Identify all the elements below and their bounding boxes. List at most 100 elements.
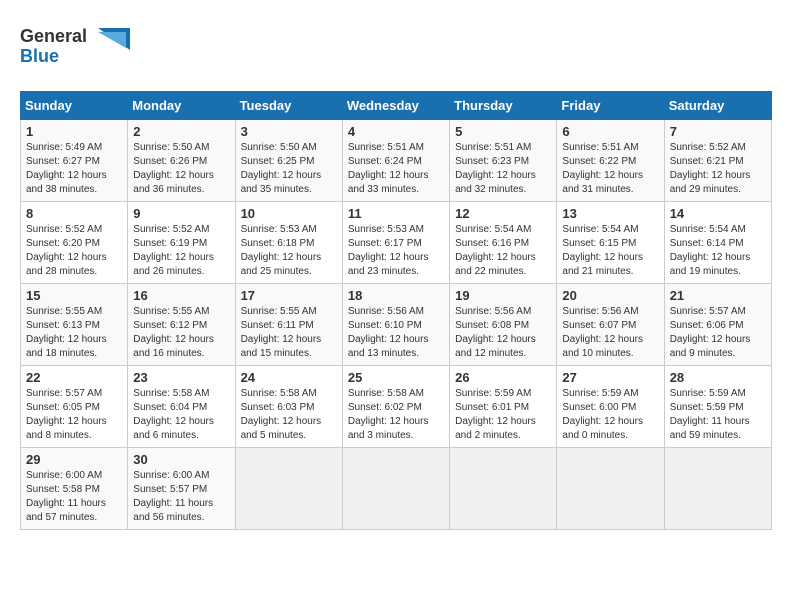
- weekday-header-sunday: Sunday: [21, 92, 128, 120]
- day-info: Sunrise: 5:55 AM Sunset: 6:12 PM Dayligh…: [133, 305, 229, 361]
- day-info: Sunrise: 5:59 AM Sunset: 6:01 PM Dayligh…: [455, 387, 551, 443]
- logo-general-text: General Blue: [20, 20, 130, 75]
- day-info: Sunrise: 5:49 AM Sunset: 6:27 PM Dayligh…: [26, 141, 122, 197]
- day-info: Sunrise: 5:54 AM Sunset: 6:15 PM Dayligh…: [562, 223, 658, 279]
- day-cell-9: 9 Sunrise: 5:52 AM Sunset: 6:19 PM Dayli…: [128, 202, 235, 284]
- day-cell-1: 1 Sunrise: 5:49 AM Sunset: 6:27 PM Dayli…: [21, 120, 128, 202]
- day-number: 8: [26, 206, 122, 221]
- day-info: Sunrise: 5:55 AM Sunset: 6:13 PM Dayligh…: [26, 305, 122, 361]
- day-info: Sunrise: 5:56 AM Sunset: 6:07 PM Dayligh…: [562, 305, 658, 361]
- day-info: Sunrise: 5:56 AM Sunset: 6:10 PM Dayligh…: [348, 305, 444, 361]
- day-cell-27: 27 Sunrise: 5:59 AM Sunset: 6:00 PM Dayl…: [557, 366, 664, 448]
- day-number: 24: [241, 370, 337, 385]
- weekday-header-friday: Friday: [557, 92, 664, 120]
- day-cell-26: 26 Sunrise: 5:59 AM Sunset: 6:01 PM Dayl…: [450, 366, 557, 448]
- day-number: 14: [670, 206, 766, 221]
- day-info: Sunrise: 5:54 AM Sunset: 6:16 PM Dayligh…: [455, 223, 551, 279]
- day-info: Sunrise: 5:53 AM Sunset: 6:17 PM Dayligh…: [348, 223, 444, 279]
- calendar-week-5: 29 Sunrise: 6:00 AM Sunset: 5:58 PM Dayl…: [21, 448, 772, 530]
- day-info: Sunrise: 5:53 AM Sunset: 6:18 PM Dayligh…: [241, 223, 337, 279]
- logo: General Blue: [20, 20, 130, 75]
- day-cell-10: 10 Sunrise: 5:53 AM Sunset: 6:18 PM Dayl…: [235, 202, 342, 284]
- day-info: Sunrise: 5:57 AM Sunset: 6:06 PM Dayligh…: [670, 305, 766, 361]
- day-info: Sunrise: 5:58 AM Sunset: 6:03 PM Dayligh…: [241, 387, 337, 443]
- empty-cell: [342, 448, 449, 530]
- svg-text:Blue: Blue: [20, 46, 59, 66]
- day-number: 3: [241, 124, 337, 139]
- day-cell-28: 28 Sunrise: 5:59 AM Sunset: 5:59 PM Dayl…: [664, 366, 771, 448]
- day-number: 21: [670, 288, 766, 303]
- day-info: Sunrise: 5:59 AM Sunset: 5:59 PM Dayligh…: [670, 387, 766, 443]
- day-number: 4: [348, 124, 444, 139]
- day-info: Sunrise: 5:54 AM Sunset: 6:14 PM Dayligh…: [670, 223, 766, 279]
- day-cell-30: 30 Sunrise: 6:00 AM Sunset: 5:57 PM Dayl…: [128, 448, 235, 530]
- day-cell-14: 14 Sunrise: 5:54 AM Sunset: 6:14 PM Dayl…: [664, 202, 771, 284]
- day-cell-13: 13 Sunrise: 5:54 AM Sunset: 6:15 PM Dayl…: [557, 202, 664, 284]
- day-cell-3: 3 Sunrise: 5:50 AM Sunset: 6:25 PM Dayli…: [235, 120, 342, 202]
- day-info: Sunrise: 6:00 AM Sunset: 5:58 PM Dayligh…: [26, 469, 122, 525]
- day-cell-19: 19 Sunrise: 5:56 AM Sunset: 6:08 PM Dayl…: [450, 284, 557, 366]
- day-cell-15: 15 Sunrise: 5:55 AM Sunset: 6:13 PM Dayl…: [21, 284, 128, 366]
- weekday-header-monday: Monday: [128, 92, 235, 120]
- day-number: 30: [133, 452, 229, 467]
- day-number: 1: [26, 124, 122, 139]
- day-number: 9: [133, 206, 229, 221]
- weekday-header-thursday: Thursday: [450, 92, 557, 120]
- day-info: Sunrise: 5:55 AM Sunset: 6:11 PM Dayligh…: [241, 305, 337, 361]
- calendar-week-3: 15 Sunrise: 5:55 AM Sunset: 6:13 PM Dayl…: [21, 284, 772, 366]
- day-cell-11: 11 Sunrise: 5:53 AM Sunset: 6:17 PM Dayl…: [342, 202, 449, 284]
- page-header: General Blue: [20, 20, 772, 75]
- calendar-table: SundayMondayTuesdayWednesdayThursdayFrid…: [20, 91, 772, 530]
- day-number: 16: [133, 288, 229, 303]
- day-info: Sunrise: 5:52 AM Sunset: 6:20 PM Dayligh…: [26, 223, 122, 279]
- day-info: Sunrise: 5:57 AM Sunset: 6:05 PM Dayligh…: [26, 387, 122, 443]
- empty-cell: [450, 448, 557, 530]
- weekday-header-tuesday: Tuesday: [235, 92, 342, 120]
- day-cell-21: 21 Sunrise: 5:57 AM Sunset: 6:06 PM Dayl…: [664, 284, 771, 366]
- day-number: 5: [455, 124, 551, 139]
- day-number: 7: [670, 124, 766, 139]
- day-number: 27: [562, 370, 658, 385]
- day-number: 23: [133, 370, 229, 385]
- day-info: Sunrise: 5:50 AM Sunset: 6:26 PM Dayligh…: [133, 141, 229, 197]
- day-cell-29: 29 Sunrise: 6:00 AM Sunset: 5:58 PM Dayl…: [21, 448, 128, 530]
- empty-cell: [235, 448, 342, 530]
- day-cell-2: 2 Sunrise: 5:50 AM Sunset: 6:26 PM Dayli…: [128, 120, 235, 202]
- day-info: Sunrise: 5:50 AM Sunset: 6:25 PM Dayligh…: [241, 141, 337, 197]
- day-cell-8: 8 Sunrise: 5:52 AM Sunset: 6:20 PM Dayli…: [21, 202, 128, 284]
- day-cell-24: 24 Sunrise: 5:58 AM Sunset: 6:03 PM Dayl…: [235, 366, 342, 448]
- day-cell-5: 5 Sunrise: 5:51 AM Sunset: 6:23 PM Dayli…: [450, 120, 557, 202]
- day-cell-25: 25 Sunrise: 5:58 AM Sunset: 6:02 PM Dayl…: [342, 366, 449, 448]
- day-info: Sunrise: 5:59 AM Sunset: 6:00 PM Dayligh…: [562, 387, 658, 443]
- weekday-header-wednesday: Wednesday: [342, 92, 449, 120]
- day-cell-22: 22 Sunrise: 5:57 AM Sunset: 6:05 PM Dayl…: [21, 366, 128, 448]
- day-cell-18: 18 Sunrise: 5:56 AM Sunset: 6:10 PM Dayl…: [342, 284, 449, 366]
- day-number: 10: [241, 206, 337, 221]
- calendar-week-1: 1 Sunrise: 5:49 AM Sunset: 6:27 PM Dayli…: [21, 120, 772, 202]
- day-number: 13: [562, 206, 658, 221]
- day-info: Sunrise: 5:51 AM Sunset: 6:23 PM Dayligh…: [455, 141, 551, 197]
- day-info: Sunrise: 5:58 AM Sunset: 6:04 PM Dayligh…: [133, 387, 229, 443]
- weekday-header-saturday: Saturday: [664, 92, 771, 120]
- day-number: 11: [348, 206, 444, 221]
- day-cell-17: 17 Sunrise: 5:55 AM Sunset: 6:11 PM Dayl…: [235, 284, 342, 366]
- day-number: 12: [455, 206, 551, 221]
- day-info: Sunrise: 5:56 AM Sunset: 6:08 PM Dayligh…: [455, 305, 551, 361]
- day-cell-23: 23 Sunrise: 5:58 AM Sunset: 6:04 PM Dayl…: [128, 366, 235, 448]
- day-number: 15: [26, 288, 122, 303]
- day-cell-6: 6 Sunrise: 5:51 AM Sunset: 6:22 PM Dayli…: [557, 120, 664, 202]
- day-info: Sunrise: 5:52 AM Sunset: 6:21 PM Dayligh…: [670, 141, 766, 197]
- day-number: 20: [562, 288, 658, 303]
- day-number: 2: [133, 124, 229, 139]
- day-number: 26: [455, 370, 551, 385]
- svg-text:General: General: [20, 26, 87, 46]
- day-info: Sunrise: 5:58 AM Sunset: 6:02 PM Dayligh…: [348, 387, 444, 443]
- day-cell-16: 16 Sunrise: 5:55 AM Sunset: 6:12 PM Dayl…: [128, 284, 235, 366]
- day-number: 18: [348, 288, 444, 303]
- day-number: 29: [26, 452, 122, 467]
- day-number: 6: [562, 124, 658, 139]
- day-number: 25: [348, 370, 444, 385]
- day-info: Sunrise: 6:00 AM Sunset: 5:57 PM Dayligh…: [133, 469, 229, 525]
- day-cell-7: 7 Sunrise: 5:52 AM Sunset: 6:21 PM Dayli…: [664, 120, 771, 202]
- calendar-week-4: 22 Sunrise: 5:57 AM Sunset: 6:05 PM Dayl…: [21, 366, 772, 448]
